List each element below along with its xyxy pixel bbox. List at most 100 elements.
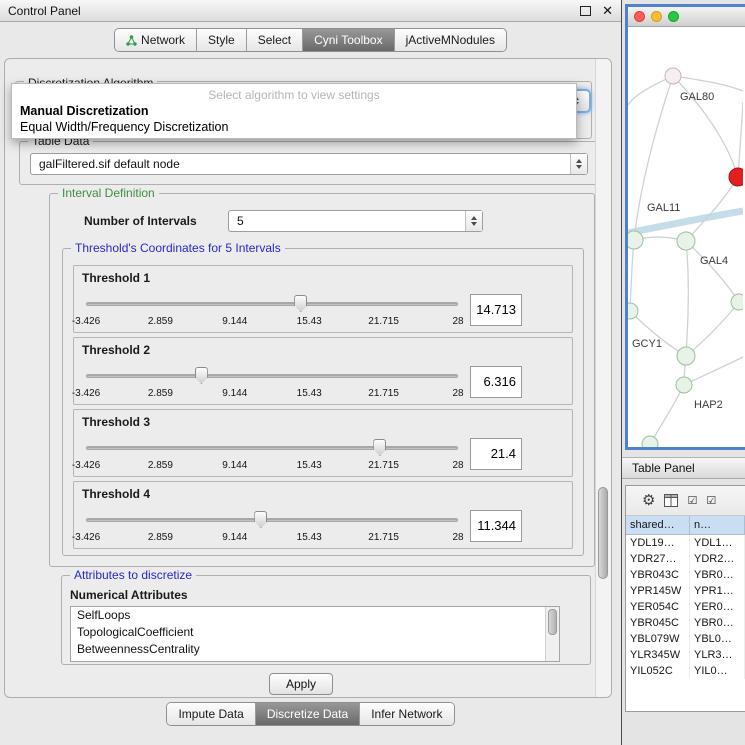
zoom-traffic-light-icon[interactable] [668,11,679,22]
table-row[interactable]: YBR043CYBR0… [626,567,745,583]
float-window-icon[interactable] [580,6,591,16]
popup-option[interactable]: Manual Discretization [12,103,576,119]
network-node[interactable] [628,231,643,249]
tick-label: -3.426 [72,388,100,399]
combobox-stepper[interactable] [570,154,587,174]
tab-jactivemnodules[interactable]: jActiveMNodules [395,29,506,51]
list-scrollbar[interactable] [545,607,559,661]
tick-label: 15.43 [297,460,322,471]
table-row[interactable]: YLR345WYLR3… [626,647,745,663]
network-edge [630,240,634,311]
list-scrollbar-thumb[interactable] [548,609,557,635]
table-cell: YER0… [690,599,745,615]
tab-infer-network[interactable]: Infer Network [360,703,453,725]
table-cell: YDR27… [626,551,690,567]
interval-definition-group: Interval Definition Number of Intervals … [49,193,595,567]
network-node[interactable] [677,232,695,250]
threshold-panel: Threshold 1 -3.4262.8599.14415.4321.7152… [73,265,573,333]
table-data-group: Table Data galFiltered.sif default node [19,141,599,185]
slider-scale: -3.4262.8599.14415.4321.71528 [86,532,458,544]
combobox-value: galFiltered.sif default node [31,157,570,171]
table-row[interactable]: YDL19…YDL1… [626,535,745,551]
slider-track[interactable] [86,302,458,306]
network-node[interactable] [729,168,743,186]
network-node[interactable] [731,294,743,310]
table-rows: YDL19…YDL1…YDR27…YDR2…YBR043CYBR0…YPR145… [626,535,745,679]
tab-style[interactable]: Style [197,29,247,51]
attribute-list-item[interactable]: TopologicalCoefficient [71,624,559,641]
slider-thumb[interactable] [373,439,386,456]
slider-track[interactable] [86,518,458,522]
slider-thumb[interactable] [254,511,267,528]
select-column-checkbox-icon[interactable]: ☑ [706,495,716,506]
stepper-down-icon [471,222,477,226]
tick-label: 2.859 [148,460,173,471]
table-cell: YDL1… [690,535,745,551]
gear-icon[interactable]: ⚙ [642,493,655,508]
spinner-stepper[interactable] [465,211,482,231]
tab-impute-data[interactable]: Impute Data [167,703,255,725]
tick-label: -3.426 [72,460,100,471]
column-header[interactable]: shared… [626,516,690,534]
network-node[interactable] [677,347,695,365]
apply-button[interactable]: Apply [269,673,333,695]
numerical-attributes-label: Numerical Attributes [70,588,188,602]
table-row[interactable]: YBR045CYBR0… [626,615,745,631]
slider-track[interactable] [86,446,458,450]
network-edge-highlight [628,211,743,233]
threshold-value-field[interactable]: 11.344 [470,510,522,542]
bottom-tabs: Impute DataDiscretize DataInfer Network [166,702,454,726]
tab-cyni-toolbox[interactable]: Cyni Toolbox [303,29,394,51]
slider-thumb[interactable] [294,295,307,312]
bottom-tabs-row: Impute DataDiscretize DataInfer Network [0,702,621,726]
attribute-list-item[interactable]: BetweennessCentrality [71,641,559,658]
table-row[interactable]: YIL052CYIL0… [626,663,745,679]
column-header[interactable]: n… [690,516,745,534]
threshold-value-field[interactable]: 21.4 [470,438,522,470]
popup-option[interactable]: Equal Width/Frequency Discretization [12,119,576,135]
threshold-slider[interactable] [86,290,458,310]
table-cell: YBR045C [626,615,690,631]
slider-scale: -3.4262.8599.14415.4321.71528 [86,316,458,328]
network-edge [686,177,738,241]
tab-label: Select [258,33,291,47]
threshold-slider[interactable] [86,434,458,454]
slider-track[interactable] [86,374,458,378]
select-all-checkbox-icon[interactable]: ☑ [687,495,697,506]
network-node[interactable] [676,377,692,393]
table-row[interactable]: YER054CYER0… [626,599,745,615]
table-row[interactable]: YBL079WYBL0… [626,631,745,647]
numerical-attributes-list[interactable]: SelfLoopsTopologicalCoefficientBetweenne… [70,606,560,662]
threshold-slider[interactable] [86,506,458,526]
network-canvas[interactable]: GAL80GAL11GAL4GCY1HAP2 [628,27,745,447]
table-row[interactable]: YDR27…YDR2… [626,551,745,567]
intervals-spinner[interactable]: 5 [228,210,483,232]
content-scrollbar-thumb[interactable] [598,487,608,579]
tab-network[interactable]: Network [115,29,197,51]
close-icon[interactable]: ✕ [602,4,613,17]
close-traffic-light-icon[interactable] [634,11,645,22]
tick-label: 21.715 [368,316,399,327]
threshold-slider[interactable] [86,362,458,382]
tab-select[interactable]: Select [247,29,303,51]
threshold-value-field[interactable]: 6.316 [470,366,522,398]
network-edge [738,102,743,177]
table-data-combobox[interactable]: galFiltered.sif default node [30,153,588,175]
network-node[interactable] [642,436,658,450]
network-node-label: GAL80 [680,91,714,103]
columns-icon[interactable] [664,494,678,507]
threshold-value-field[interactable]: 14.713 [470,294,522,326]
slider-thumb[interactable] [195,367,208,384]
table-cell: YBL0… [690,631,745,647]
table-cell: YPR1… [690,583,745,599]
tick-label: 15.43 [297,532,322,543]
group-title: Threshold's Coordinates for 5 Intervals [71,241,285,255]
minimize-traffic-light-icon[interactable] [651,11,662,22]
table-cell: YBR0… [690,567,745,583]
network-node[interactable] [665,68,681,84]
tab-discretize-data[interactable]: Discretize Data [256,703,360,725]
content-scrollbar[interactable] [595,59,611,697]
attribute-list-item[interactable]: SelfLoops [71,607,559,624]
network-icon [126,35,137,46]
table-row[interactable]: YPR145WYPR1… [626,583,745,599]
